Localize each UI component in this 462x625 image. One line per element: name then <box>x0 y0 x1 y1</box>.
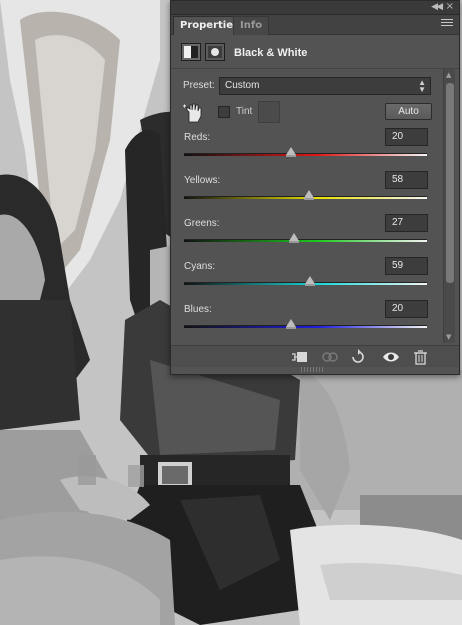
slider-reds: Reds: 20 <box>171 127 443 170</box>
tab-info[interactable]: Info <box>233 16 270 35</box>
slider-thumb[interactable] <box>285 319 296 329</box>
preset-label: Preset: <box>183 80 215 91</box>
layer-mask-icon[interactable] <box>205 43 225 61</box>
slider-yellows: Yellows: 58 <box>171 170 443 213</box>
slider-greens: Greens: 27 <box>171 213 443 256</box>
reset-icon[interactable] <box>349 349 367 365</box>
slider-value-input[interactable]: 59 <box>385 257 428 275</box>
tint-label: Tint <box>236 106 253 117</box>
preset-dropdown[interactable]: Custom ▲ ▼ <box>219 77 431 95</box>
panel-bottom-toolbar <box>171 345 459 367</box>
slider-value-input[interactable]: 20 <box>385 128 428 146</box>
slider-cyans: Cyans: 59 <box>171 256 443 299</box>
slider-label: Blues: <box>184 304 212 315</box>
slider-track[interactable] <box>184 239 427 242</box>
targeted-adjustment-hand-icon[interactable] <box>182 102 204 124</box>
properties-panel: ◀◀ × Properties Info Black & White Prese… <box>170 0 460 375</box>
tint-checkbox[interactable] <box>218 106 230 118</box>
slider-thumb[interactable] <box>289 233 300 243</box>
close-icon[interactable]: × <box>446 1 454 12</box>
eye-icon[interactable] <box>382 349 400 365</box>
slider-label: Cyans: <box>184 261 216 272</box>
slider-blues: Blues: 20 <box>171 299 443 342</box>
preset-row: Preset: Custom ▲ ▼ <box>171 77 459 97</box>
adjustment-header: Black & White <box>171 35 459 69</box>
slider-label: Greens: <box>184 218 220 229</box>
slider-value-input[interactable]: 20 <box>385 300 428 318</box>
slider-track[interactable] <box>184 325 427 328</box>
preset-value: Custom <box>225 80 260 91</box>
scroll-down-icon[interactable]: ▼ <box>446 333 451 341</box>
panel-titlebar[interactable]: ◀◀ × <box>171 1 459 15</box>
tint-row: Tint Auto <box>171 101 459 125</box>
dropdown-arrows-icon: ▲ ▼ <box>418 78 426 94</box>
slider-thumb[interactable] <box>285 147 296 157</box>
slider-label: Reds: <box>184 132 211 143</box>
tab-bar: Properties Info <box>171 15 459 35</box>
collapse-icon[interactable]: ◀◀ <box>431 2 443 12</box>
panel-menu-icon[interactable] <box>441 19 453 28</box>
resize-grip[interactable] <box>301 367 325 372</box>
slider-value-input[interactable]: 58 <box>385 171 428 189</box>
slider-value-input[interactable]: 27 <box>385 214 428 232</box>
slider-thumb[interactable] <box>304 276 315 286</box>
view-previous-state-icon[interactable] <box>321 349 339 365</box>
auto-button[interactable]: Auto <box>385 103 432 120</box>
panel-scrollbar[interactable]: ▲ ▼ <box>443 69 455 343</box>
black-white-adjustment-icon[interactable] <box>181 43 201 61</box>
trash-icon[interactable] <box>411 349 429 365</box>
scroll-up-icon[interactable]: ▲ <box>446 71 451 79</box>
tint-color-swatch[interactable] <box>258 101 280 123</box>
slider-thumb[interactable] <box>304 190 315 200</box>
slider-label: Yellows: <box>184 175 221 186</box>
slider-track[interactable] <box>184 153 427 156</box>
adjustment-title: Black & White <box>234 47 308 59</box>
clip-to-layer-icon[interactable] <box>291 349 309 365</box>
color-sliders: Reds: 20 Yellows: 58 Greens: 27 Cyans: 5… <box>171 127 443 342</box>
scroll-thumb[interactable] <box>446 83 454 283</box>
